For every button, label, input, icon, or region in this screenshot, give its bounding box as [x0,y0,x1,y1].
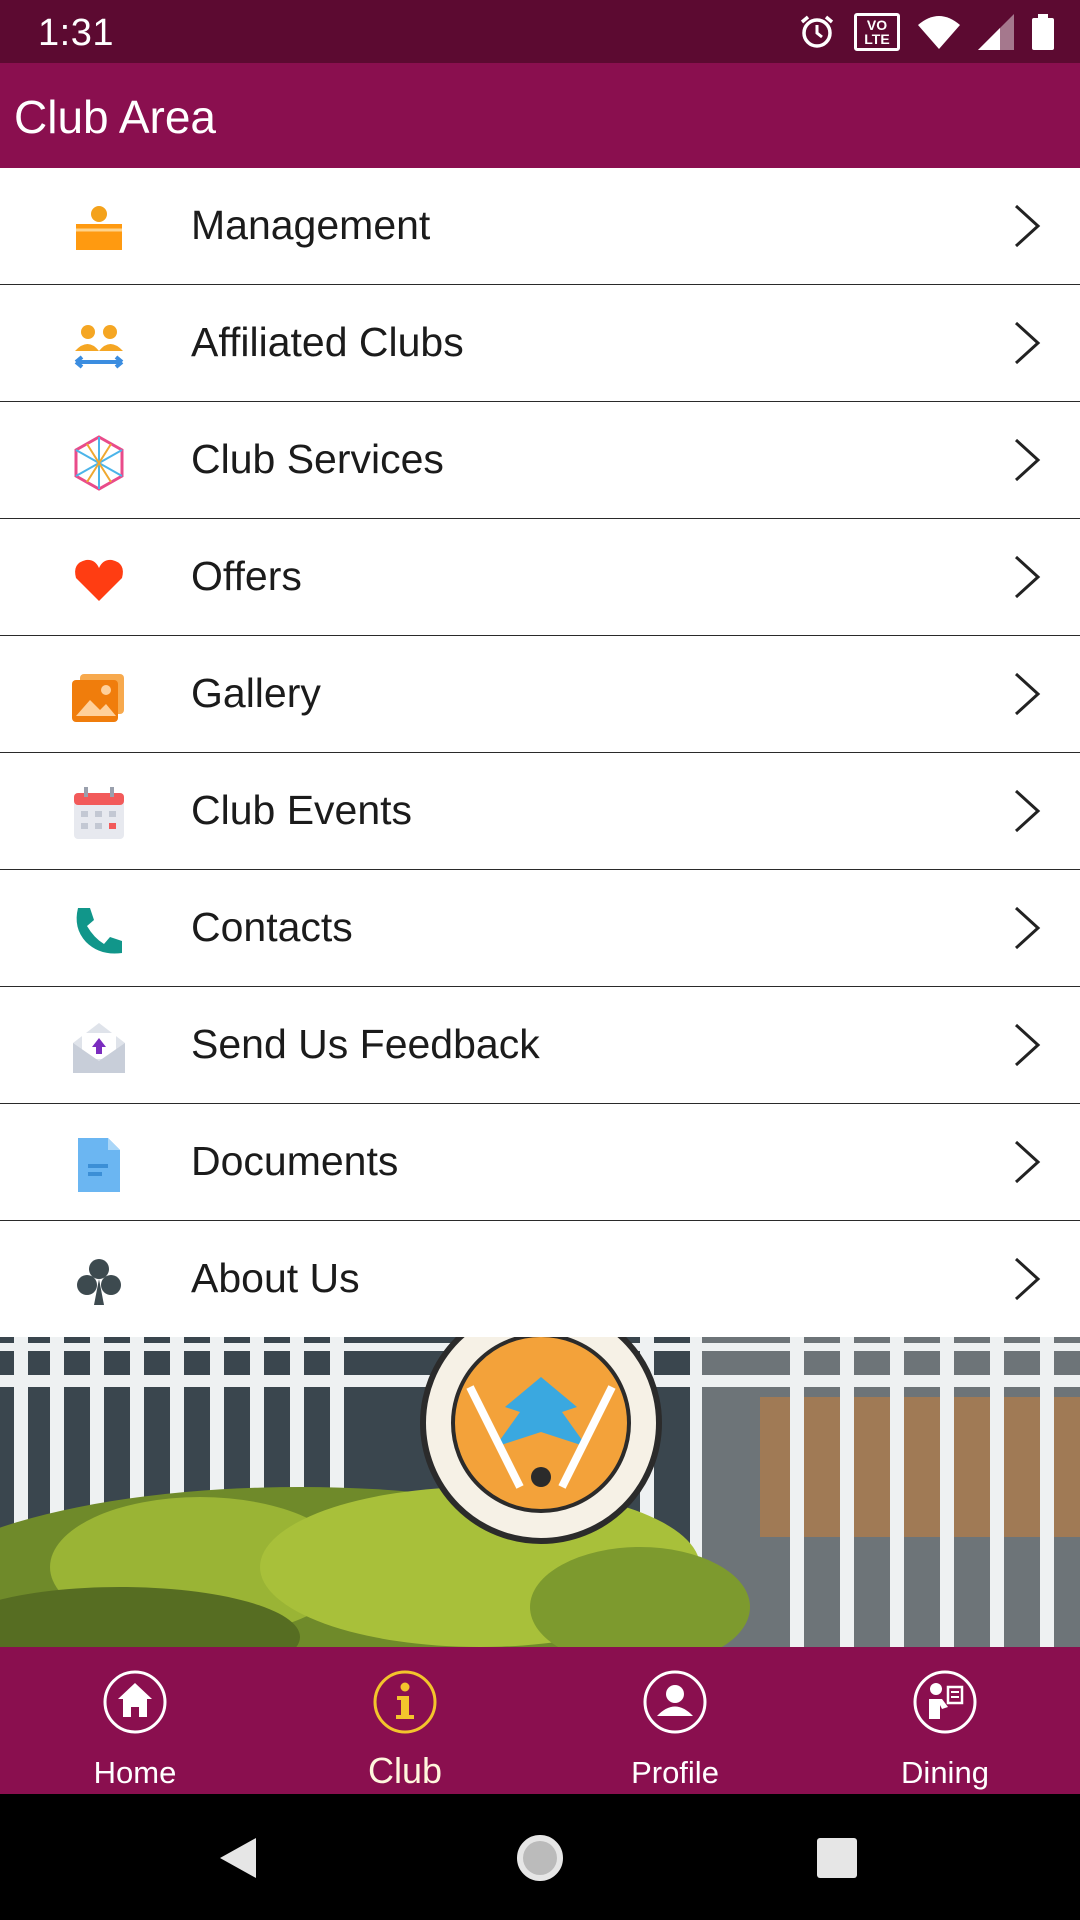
app-bar: Club Area [0,63,1080,168]
chevron-right-icon [1014,321,1041,365]
menu-item-about-us[interactable]: About Us [0,1221,1080,1338]
nav-dining[interactable]: Dining [810,1647,1080,1794]
nav-label: Profile [631,1755,719,1790]
menu-item-label: Documents [191,1138,399,1184]
club-suit-icon [77,1259,121,1305]
phone-icon [76,908,122,954]
menu-item-label: Club Events [191,787,413,833]
chevron-right-icon [1014,1257,1041,1301]
club-menu-list: Management Affiliated Clubs Club Service… [0,168,1080,1338]
menu-item-label: About Us [191,1255,360,1301]
status-bar: 1:31 VO LTE [0,0,1080,63]
club-banner-photo [0,1337,1080,1647]
recents-icon[interactable] [817,1838,857,1878]
volte-icon: VO LTE [854,13,900,51]
nav-profile[interactable]: Profile [540,1647,810,1794]
bottom-nav: Home Club Profile Dining [0,1647,1080,1794]
nav-label: Home [93,1755,177,1790]
chevron-right-icon [1014,672,1041,716]
nav-label: Dining [901,1755,989,1790]
heart-icon [75,559,123,601]
menu-item-club-services[interactable]: Club Services [0,402,1080,519]
chevron-right-icon [1014,906,1041,950]
profile-icon [643,1670,707,1734]
signal-icon [978,14,1014,50]
menu-item-label: Send Us Feedback [191,1021,540,1067]
chevron-right-icon [1014,1140,1041,1184]
menu-item-gallery[interactable]: Gallery [0,636,1080,753]
menu-item-label: Club Services [191,436,444,482]
menu-item-management[interactable]: Management [0,168,1080,285]
battery-icon [1032,14,1054,50]
chevron-right-icon [1014,1023,1041,1067]
document-icon [78,1138,120,1192]
menu-item-label: Management [191,202,431,248]
status-icons: VO LTE [798,12,1054,52]
nav-label: Club [367,1750,443,1791]
chevron-right-icon [1014,204,1041,248]
page-title: Club Area [14,91,217,143]
system-nav-bar [0,1794,1080,1920]
volte-top-text: VO [866,17,888,33]
menu-item-label: Contacts [191,904,353,950]
nav-club[interactable]: Club [270,1647,540,1794]
menu-item-offers[interactable]: Offers [0,519,1080,636]
status-time: 1:31 [38,12,114,54]
chevron-right-icon [1014,789,1041,833]
nav-home[interactable]: Home [0,1647,270,1794]
back-icon[interactable] [216,1836,258,1880]
info-icon [373,1670,437,1734]
home-circle-icon[interactable] [515,1833,565,1883]
management-icon [76,206,122,250]
menu-item-label: Affiliated Clubs [191,319,464,365]
menu-item-send-us-feedback[interactable]: Send Us Feedback [0,987,1080,1104]
menu-item-documents[interactable]: Documents [0,1104,1080,1221]
alarm-icon [800,15,834,48]
home-icon [103,1670,167,1734]
chevron-right-icon [1014,555,1041,599]
gallery-icon [72,674,124,722]
feedback-envelope-icon [73,1023,125,1073]
dining-icon [913,1670,977,1734]
menu-item-contacts[interactable]: Contacts [0,870,1080,987]
calendar-icon [74,787,124,839]
affiliated-clubs-icon [74,325,124,369]
menu-item-label: Offers [191,553,302,599]
chevron-right-icon [1014,438,1041,482]
menu-item-label: Gallery [191,670,321,716]
club-services-icon [74,435,124,491]
menu-item-club-events[interactable]: Club Events [0,753,1080,870]
wifi-icon [918,16,960,49]
banner-scene [0,1337,1080,1647]
volte-bottom-text: LTE [864,31,890,47]
menu-item-affiliated-clubs[interactable]: Affiliated Clubs [0,285,1080,402]
